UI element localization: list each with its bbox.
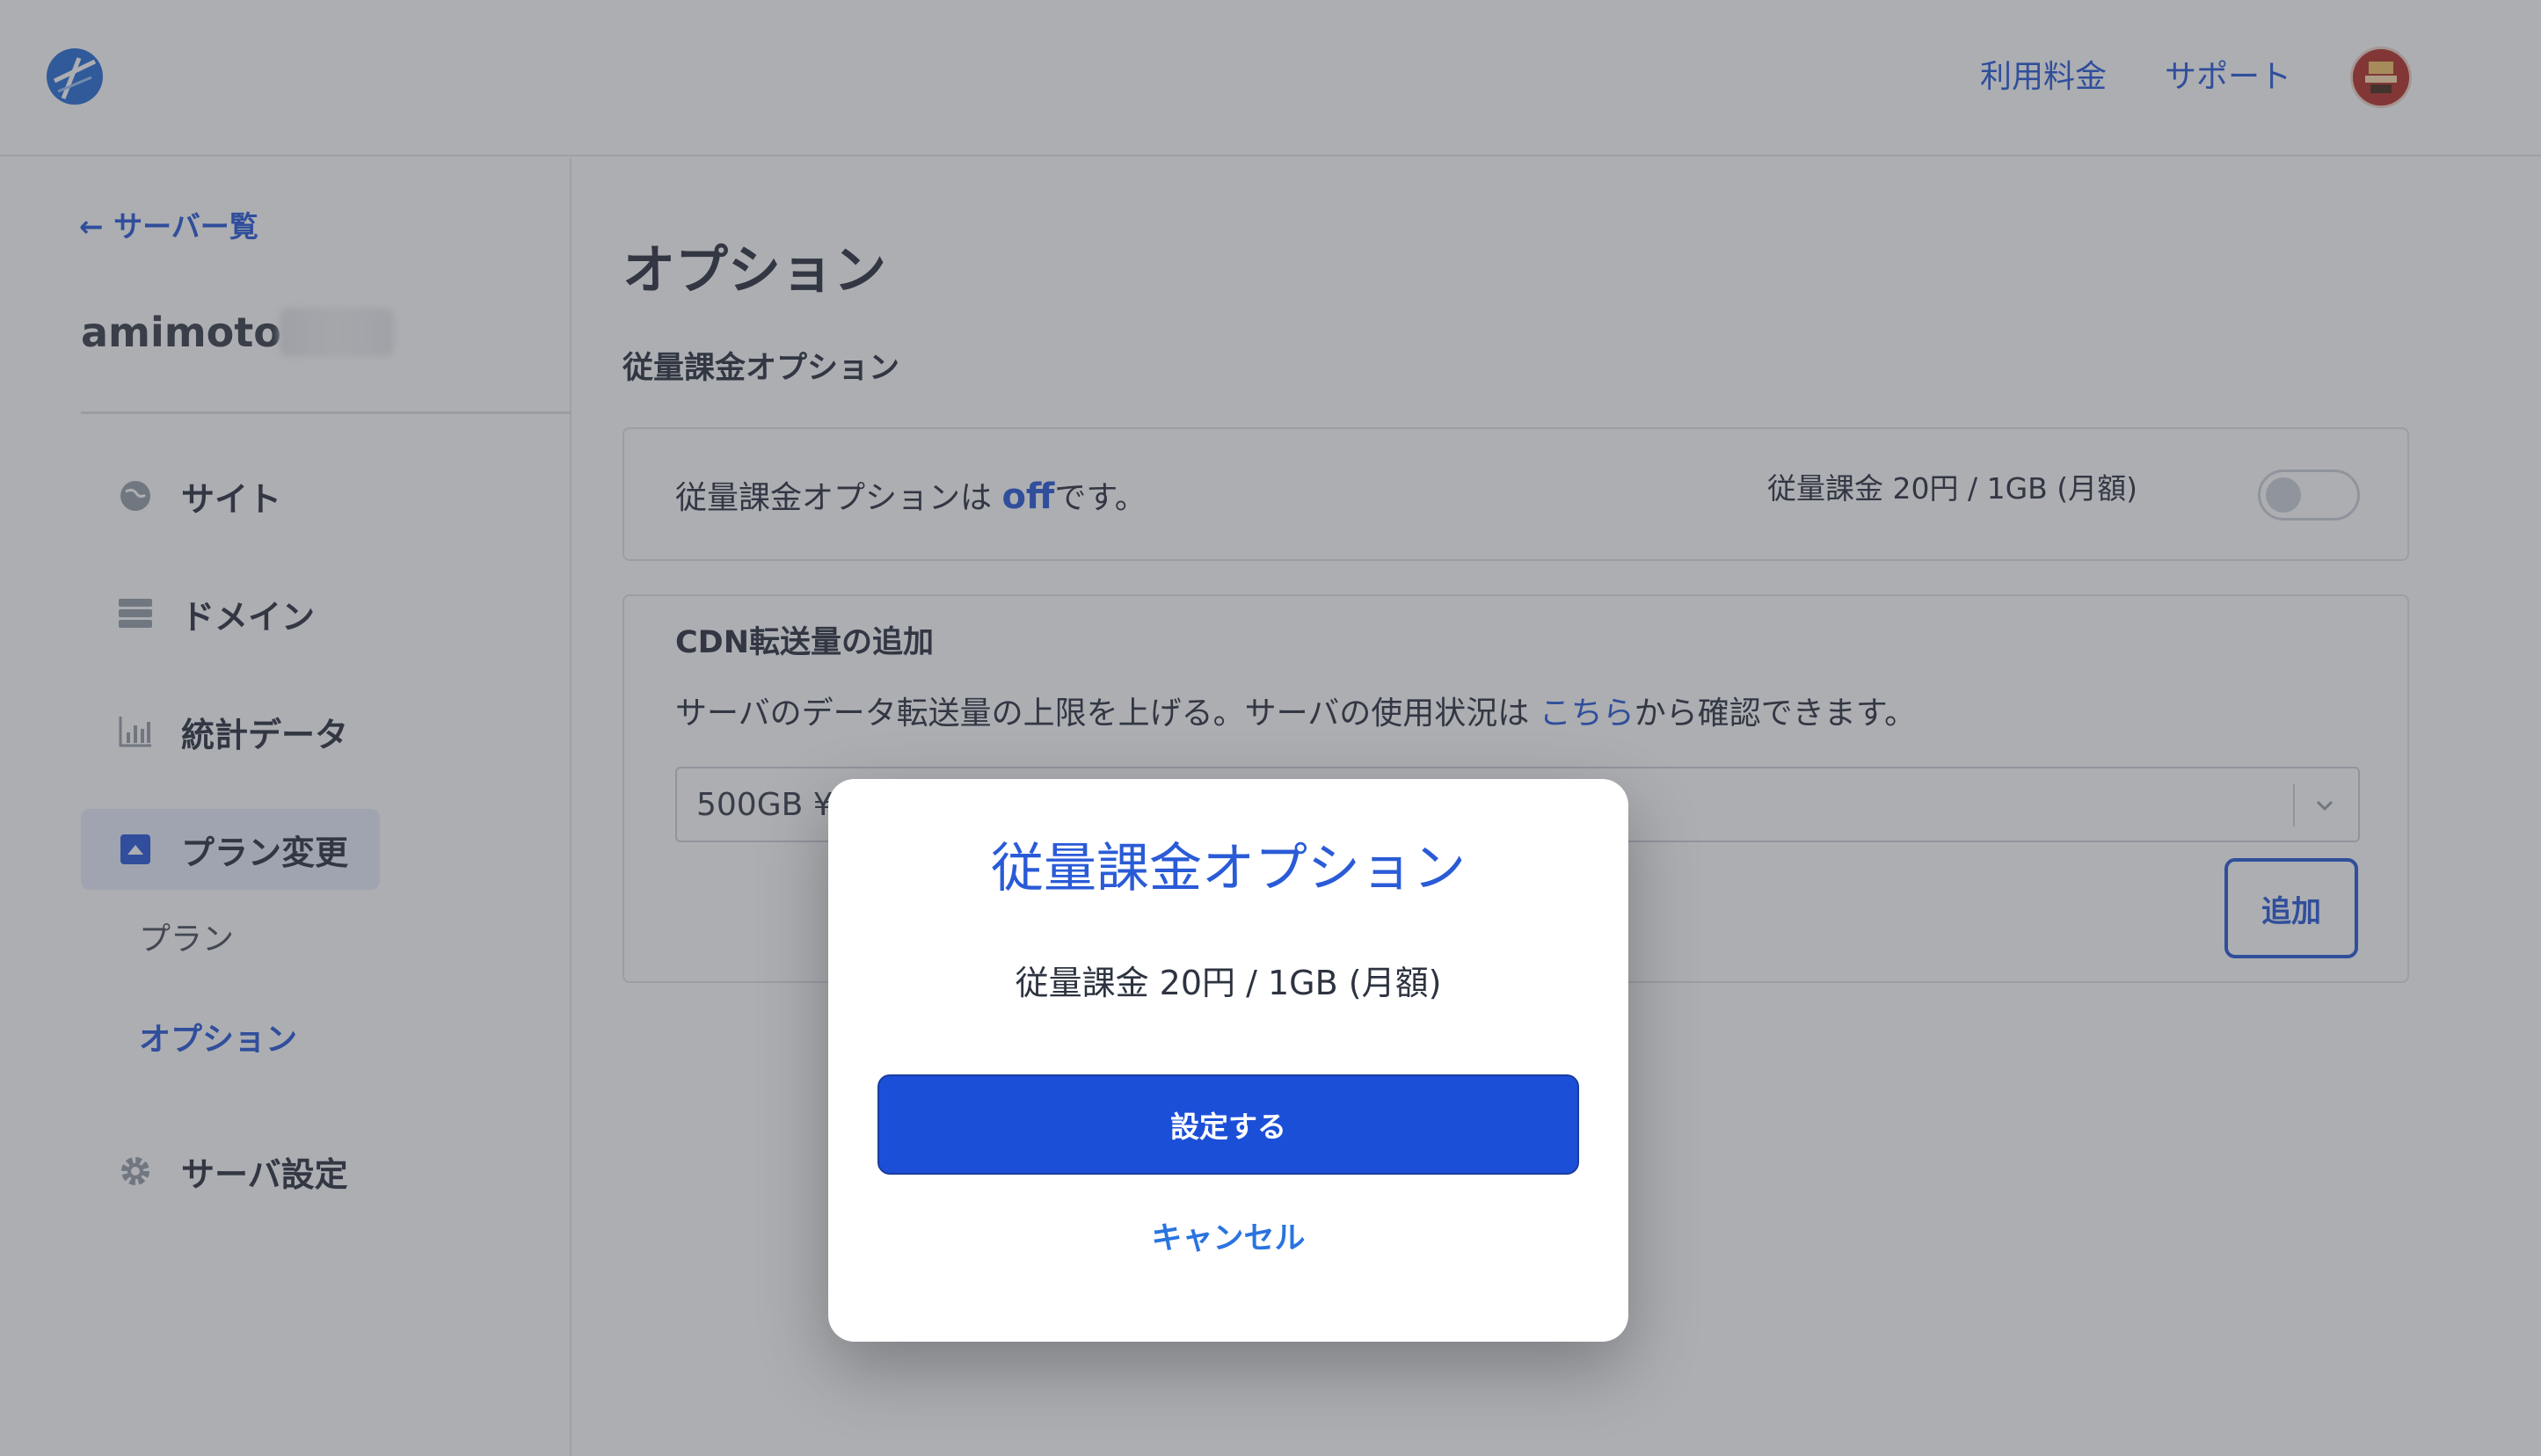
metered-option-modal: 従量課金オプション 従量課金 20円 / 1GB (月額) 設定する キャンセル [828,779,1628,1342]
modal-title: 従量課金オプション [991,838,1466,899]
modal-body-text: 従量課金 20円 / 1GB (月額) [1015,964,1442,1002]
cancel-button[interactable]: キャンセル [828,1217,1628,1261]
confirm-button[interactable]: 設定する [877,1074,1579,1175]
app-root: 利用料金 サポート ← サーバー覧 amimoto. サイト ドメイン 統計デー… [0,0,2541,1456]
